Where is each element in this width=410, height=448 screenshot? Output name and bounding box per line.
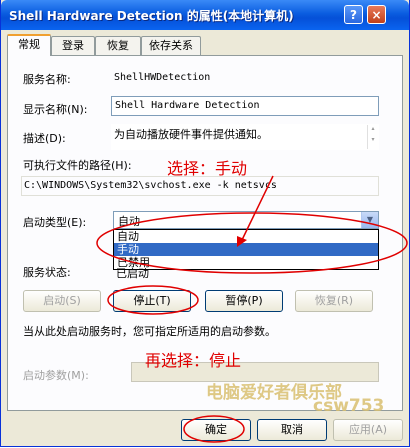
option-automatic[interactable]: 自动 — [114, 230, 378, 243]
startup-type-select[interactable]: 自动 ▼ — [113, 211, 379, 229]
start-params-hint: 当从此处启动服务时，您可指定所适用的启动参数。 — [23, 325, 276, 338]
display-name-label: 显示名称(N): — [23, 103, 88, 116]
watermark-id-text: csw753 — [313, 396, 385, 416]
scroll-down-icon[interactable]: ▾ — [368, 136, 378, 143]
description-label: 描述(D): — [23, 132, 66, 145]
properties-window: Shell Hardware Detection 的属性(本地计算机) ? × … — [0, 0, 410, 447]
cancel-button[interactable]: 取消 — [257, 419, 327, 441]
exe-path-label: 可执行文件的路径(H): — [23, 159, 132, 172]
tab-general[interactable]: 常规 — [7, 34, 51, 56]
display-name-value: Shell Hardware Detection — [115, 100, 260, 111]
service-name-value: ShellHWDetection — [114, 72, 211, 83]
startup-type-dropdown: 自动 手动 已禁用 — [113, 229, 379, 270]
service-status-label: 服务状态: — [23, 266, 71, 279]
annotation-then-stop: 再选择：停止 — [145, 351, 242, 370]
stop-button[interactable]: 停止(T) — [113, 290, 191, 312]
chevron-down-icon[interactable]: ▼ — [361, 212, 378, 228]
description-value: 为自动播放硬件事件提供通知。 — [114, 128, 268, 141]
tab-logon[interactable]: 登录 — [51, 36, 95, 55]
option-disabled[interactable]: 已禁用 — [114, 256, 378, 269]
display-name-field[interactable]: Shell Hardware Detection — [111, 96, 379, 116]
service-name-label: 服务名称: — [23, 73, 71, 86]
tab-dependencies[interactable]: 依存关系 — [141, 36, 201, 55]
help-button[interactable]: ? — [344, 5, 363, 24]
description-field[interactable]: 为自动播放硬件事件提供通知。 ▴ ▾ — [111, 124, 379, 150]
close-button[interactable]: × — [367, 5, 386, 24]
startup-type-value: 自动 — [118, 215, 140, 228]
option-manual[interactable]: 手动 — [114, 243, 378, 256]
annotation-select-manual: 选择：手动 — [167, 159, 248, 178]
exe-path-field: C:\WINDOWS\System32\svchost.exe -k netsv… — [21, 176, 379, 196]
apply-button[interactable]: 应用(A) — [333, 419, 403, 441]
ok-button[interactable]: 确定 — [181, 419, 251, 441]
window-title: Shell Hardware Detection 的属性(本地计算机) — [9, 9, 294, 23]
pause-button[interactable]: 暂停(P) — [205, 290, 283, 312]
service-status-value: 已启动 — [116, 267, 149, 280]
exe-path-value: C:\WINDOWS\System32\svchost.exe -k netsv… — [24, 180, 277, 191]
start-button[interactable]: 启动(S) — [23, 290, 101, 312]
startup-type-label: 启动类型(E): — [23, 216, 87, 229]
start-params-label: 启动参数(M): — [23, 369, 89, 382]
resume-button[interactable]: 恢复(R) — [295, 290, 373, 312]
title-bar[interactable]: Shell Hardware Detection 的属性(本地计算机) ? × — [1, 0, 409, 30]
scroll-up-icon[interactable]: ▴ — [368, 125, 378, 132]
description-scrollbar[interactable]: ▴ ▾ — [367, 125, 378, 149]
tab-recovery[interactable]: 恢复 — [95, 36, 141, 55]
